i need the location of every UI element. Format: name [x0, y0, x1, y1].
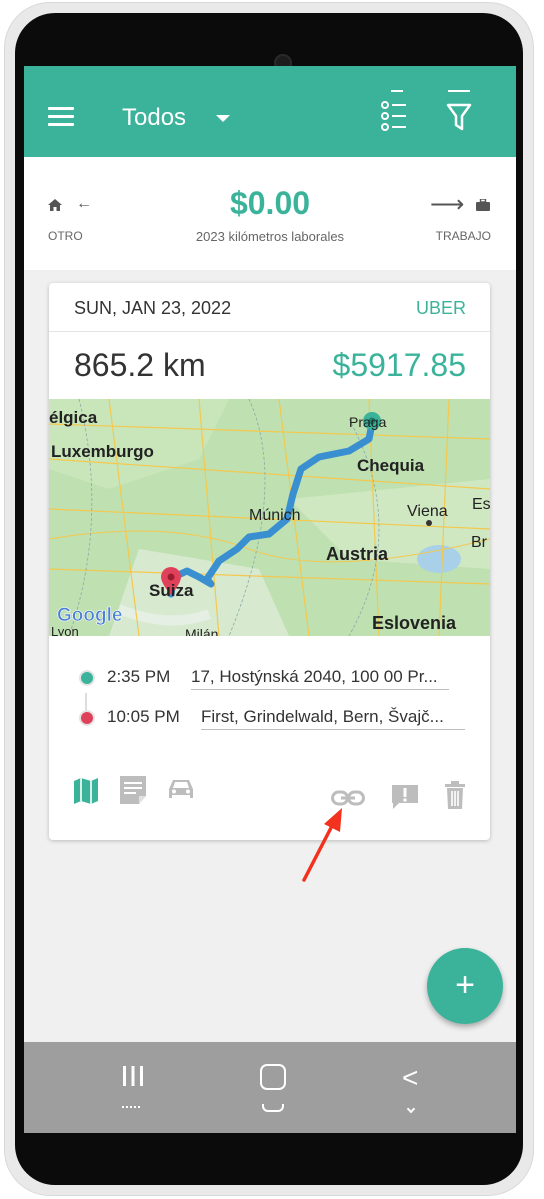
start-time: 2:35 PM	[107, 667, 171, 686]
delete-icon[interactable]	[445, 781, 465, 809]
trip-distance: 865.2 km	[74, 347, 206, 383]
map-label: Eslovenia	[372, 613, 457, 633]
map-label: Br	[471, 534, 488, 551]
map-canvas: élgica Luxemburgo Praga Chequia Es Múnic…	[49, 399, 490, 636]
map-label: Suiza	[149, 581, 194, 600]
trip-start[interactable]: 2:35 PM 17, Hostýnská 2040, 100 00 Pr...	[49, 656, 490, 696]
map-icon[interactable]	[73, 777, 99, 805]
top-app-bar: Todos	[24, 66, 516, 157]
note-icon[interactable]	[119, 775, 147, 805]
arrow-right-icon: ⟶	[430, 191, 465, 218]
end-dot-icon	[79, 710, 95, 726]
map-label: Chequia	[357, 456, 425, 475]
report-icon[interactable]	[391, 784, 419, 810]
trip-date: SUN, JAN 23, 2022	[74, 298, 232, 318]
annotation-arrow-icon	[302, 808, 342, 882]
route-map[interactable]: élgica Luxemburgo Praga Chequia Es Múnic…	[49, 399, 490, 636]
back-button-icon[interactable]: <	[402, 1062, 418, 1094]
trip-card[interactable]: SUN, JAN 23, 2022 UBER 865.2 km $5917.85	[49, 283, 490, 840]
map-label: Luxemburgo	[51, 442, 154, 461]
system-navigation-bar: <	[24, 1042, 516, 1133]
trip-type[interactable]: UBER	[416, 298, 466, 319]
filter-icon[interactable]	[444, 88, 474, 134]
home-button-icon[interactable]	[260, 1064, 286, 1090]
map-label: Austria	[326, 544, 389, 564]
mileage-summary: ← OTRO $0.00 2023 kilómetros laborales ⟶…	[24, 157, 516, 270]
hamburger-menu-icon[interactable]	[48, 107, 74, 127]
end-address[interactable]: First, Grindelwald, Bern, Švajč...	[201, 707, 465, 730]
list-view-icon[interactable]	[380, 88, 410, 134]
app-screen: Todos ← OTRO $0.00 2023 kilómetros labor…	[24, 66, 516, 1133]
dropdown-caret-icon[interactable]	[216, 115, 230, 122]
map-label: élgica	[49, 408, 98, 427]
nav-indicator-left	[122, 1106, 140, 1110]
start-address[interactable]: 17, Hostýnská 2040, 100 00 Pr...	[191, 667, 449, 690]
map-label: Praga	[349, 414, 387, 430]
divider	[49, 331, 490, 332]
link-icon[interactable]	[331, 789, 365, 807]
trip-value: $5917.85	[332, 347, 466, 383]
recent-apps-icon[interactable]	[122, 1065, 144, 1087]
work-label[interactable]: TRABAJO	[436, 229, 491, 243]
briefcase-icon	[476, 199, 490, 211]
car-icon[interactable]	[167, 777, 195, 801]
add-trip-button[interactable]: +	[427, 948, 503, 1024]
trip-end[interactable]: 10:05 PM First, Grindelwald, Bern, Švajč…	[49, 696, 490, 736]
filter-title[interactable]: Todos	[122, 104, 186, 132]
start-dot-icon	[79, 670, 95, 686]
nav-indicator-center	[262, 1104, 284, 1112]
map-label: Milán	[185, 626, 218, 636]
end-time: 10:05 PM	[107, 707, 180, 726]
map-label: Viena	[407, 503, 448, 520]
map-label: Es	[472, 496, 490, 513]
map-label: Lyon	[51, 624, 79, 636]
nav-indicator-right	[406, 1104, 416, 1114]
google-logo: Google	[57, 605, 122, 626]
map-label: Múnich	[249, 507, 301, 524]
